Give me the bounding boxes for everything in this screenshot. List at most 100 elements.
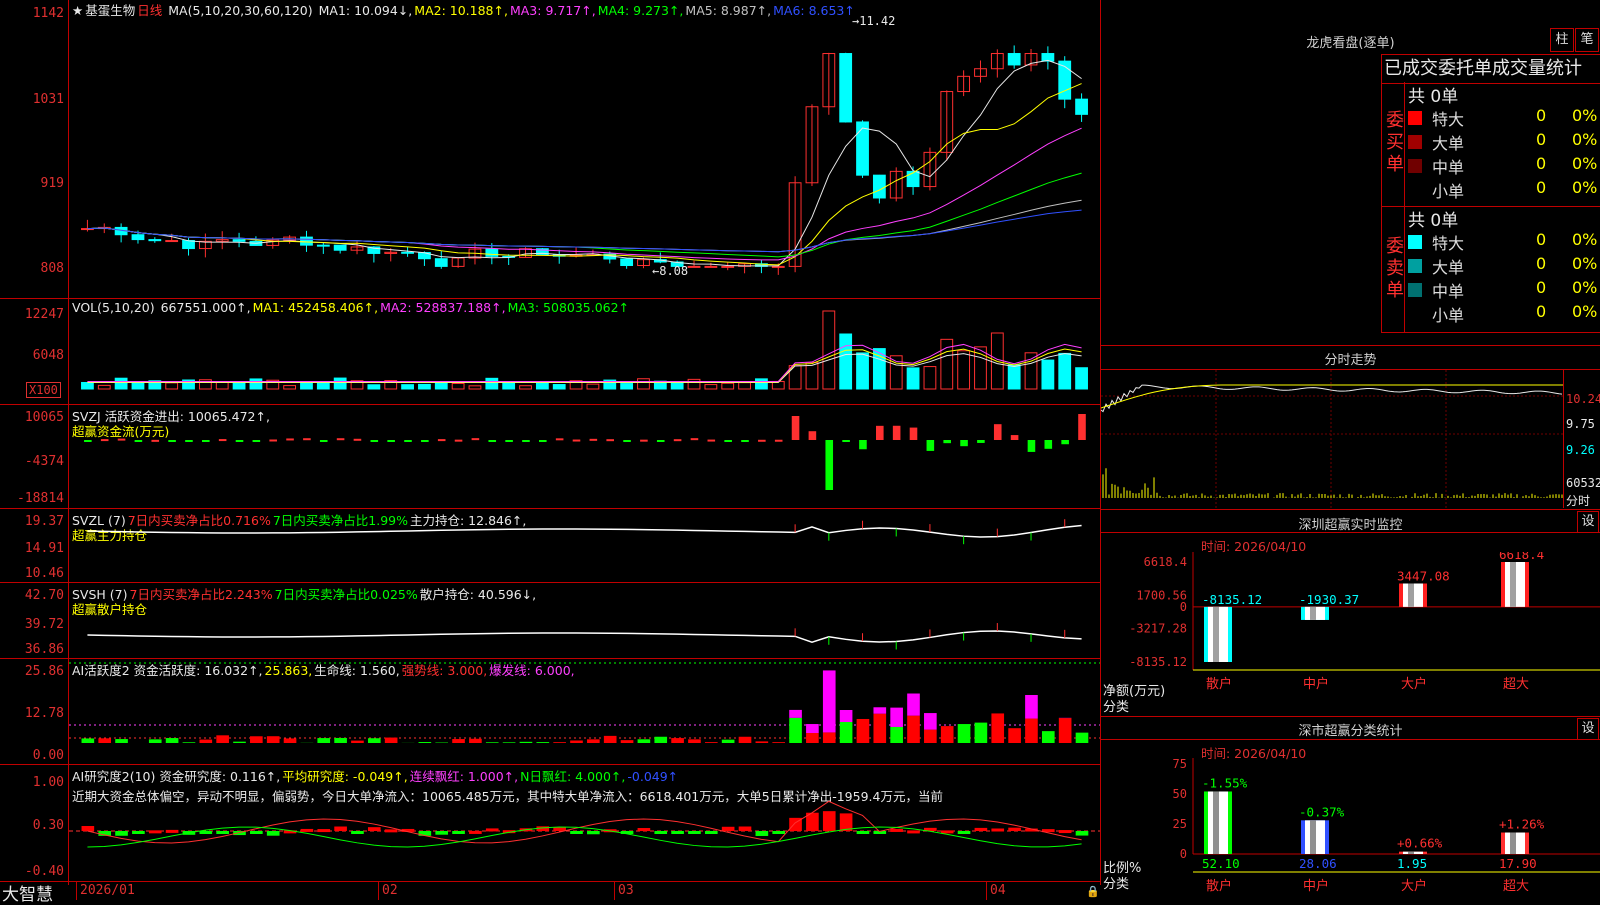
volume-bar [419,384,431,389]
research-bar [722,827,735,831]
activity-bar-top [873,707,886,713]
lock-icon[interactable]: 🔒 [1086,885,1100,898]
sell-label: 小单 [1432,302,1464,326]
sell-label: 大单 [1432,254,1464,278]
monitor-settings-button[interactable]: 设 [1577,511,1599,533]
net-amount-value-label: -8135.12 [1202,592,1262,607]
vol-unit-box[interactable]: X100 [26,382,61,398]
fund-flow-bar [859,440,867,449]
net-amount-bar-core [1310,607,1316,620]
volume-bar [402,385,414,389]
fund-flow-bar [185,440,193,442]
activity-bar [772,742,785,743]
fund-flow-bar [354,439,362,441]
ratio-bar-chart: 7550250-1.55%52.10散户-0.37%28.06中户+0.66%1… [1101,758,1600,900]
sell-side-label: 委卖单 [1386,236,1404,302]
fund-flow-bar [253,440,261,442]
fund-flow-bar [236,440,244,442]
brand-logo[interactable]: 大智慧 [2,880,53,905]
candle-body [705,266,717,267]
fund-flow-bar [337,438,345,440]
activity-bar [317,738,330,743]
classify-y-label: 25 [1173,817,1187,831]
kline-area[interactable]: ★基蛋生物日线 MA(5,10,20,30,60,120) MA1: 10.09… [0,0,1102,900]
activity-bar [806,733,819,743]
fund-flow-bar [724,440,732,442]
candlestick-chart[interactable] [69,0,1100,298]
activity-bar [115,739,128,743]
monitor-title: 深圳超赢实时监控 [1101,514,1600,533]
research-bar [638,828,651,831]
divider [1101,716,1600,717]
activity-bar [638,739,651,743]
fund-flow-bar [994,424,1002,440]
tab-trade-list[interactable]: 笔 [1575,28,1599,52]
buy-label: 大单 [1432,130,1464,154]
candle-body [334,245,346,250]
fund-flow-bar [674,439,682,441]
research-bar [739,827,752,831]
classify-title: 深市超赢分类统计 [1101,720,1600,739]
activity-bar [688,739,701,743]
volume-bar [284,386,296,389]
fund-flow-bar [1011,435,1019,440]
fund-flow-bar [657,440,665,442]
activity-bar [486,742,499,743]
activity-bar [503,742,516,743]
intraday-tab[interactable]: 分时 [1566,492,1590,509]
volume-bar [857,353,869,389]
activity-bar [789,718,802,743]
volume-bar [233,382,245,389]
ratio-bar [1204,791,1232,854]
intraday-chart[interactable] [1101,370,1563,508]
fund-flow-bar [623,440,631,442]
activity-bar [149,739,162,743]
activity-bar [975,723,988,743]
activity-bar [722,740,735,743]
category-label: 超大 [1503,677,1529,692]
activity-bar [250,736,263,743]
category-label: 散户 [1206,878,1232,894]
volume-bar [621,384,633,389]
candle-body [722,266,734,267]
activity-bar [958,724,971,743]
sell-pct: 0% [1572,278,1597,297]
net-amount-bar-chart: 6618.41700.560-3217.28-8135.12-8135.12散户… [1101,552,1600,718]
buy-value: 0 [1536,106,1546,125]
buy-row: 小单00% [1408,178,1598,202]
activity-bar [553,742,566,743]
volume-bar [806,362,818,389]
buy-row: 大单00% [1408,130,1598,154]
volume-chart [69,299,1100,404]
sell-pct: 0% [1572,302,1597,321]
fund-flow-bar [371,440,379,442]
buy-value: 0 [1536,154,1546,173]
research-bar [991,828,1004,831]
fund-flow-bar [573,440,581,442]
activity-bar [621,740,634,743]
intraday-vol-label: 60532 [1566,476,1600,490]
tab-bar-chart[interactable]: 柱 [1550,28,1574,52]
y-axis-label: 6048 [0,348,64,363]
fund-flow-bar [758,440,766,442]
volume-bar [1076,368,1088,389]
fund-flow-bar [893,426,901,440]
volume-bar [1008,365,1020,389]
fund-flow-bar [421,440,429,442]
buy-pct: 0% [1572,154,1597,173]
fund-flow-bar [539,440,547,442]
activity-bar [334,738,347,743]
activity-bar [351,741,364,743]
ratio-bar-core [1408,852,1414,854]
volume-bar [469,386,481,389]
research-bar [907,830,920,833]
candle-body [621,259,633,266]
classify-y-label: 75 [1173,758,1187,771]
fund-flow-bar [809,431,817,440]
color-swatch-icon [1408,183,1422,197]
candle-body [183,241,195,249]
classify-settings-button[interactable]: 设 [1577,718,1599,740]
activity-bar [452,739,465,743]
fund-flow-bar [910,428,918,440]
fund-flow-bar [219,439,227,441]
